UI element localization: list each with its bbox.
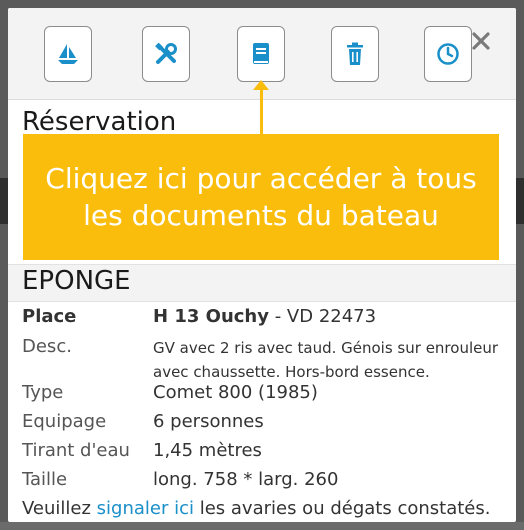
desc-label: Desc.: [22, 336, 72, 357]
type-row: Type Comet 800 (1985): [22, 382, 502, 403]
documents-button[interactable]: [237, 26, 285, 82]
place-label: Place: [22, 306, 77, 327]
clock-icon: [437, 43, 459, 65]
crew-value: 6 personnes: [153, 411, 264, 432]
desc-value: GV avec 2 ris avec taud. Génois sur enro…: [153, 339, 499, 381]
tooltip-pointer: [260, 88, 263, 136]
draft-row: Tirant d'eau 1,45 mètres: [22, 440, 502, 461]
help-tooltip: Cliquez ici pour accéder à tous les docu…: [23, 134, 499, 260]
report-link[interactable]: signaler ici: [97, 498, 194, 519]
crew-label: Equipage: [22, 411, 107, 432]
boat-name: EPONGE: [22, 266, 131, 296]
draft-value: 1,45 mètres: [153, 440, 262, 461]
crew-row: Equipage 6 personnes: [22, 411, 502, 432]
trash-icon: [347, 42, 363, 65]
background-strip-bottom: [0, 522, 524, 530]
report-row: Veuillez signaler ici les avaries ou dég…: [22, 498, 502, 519]
sailboat-icon: [58, 44, 78, 64]
report-suffix: les avaries ou dégats constatés.: [194, 498, 491, 519]
tools-icon: [155, 42, 177, 64]
report-prefix: Veuillez: [22, 498, 97, 519]
tools-button[interactable]: [142, 26, 190, 82]
size-label: Taille: [22, 469, 68, 490]
tooltip-text: Cliquez ici pour accéder à tous les docu…: [45, 162, 477, 232]
book-icon: [253, 43, 269, 64]
type-value: Comet 800 (1985): [153, 382, 318, 403]
boat-button[interactable]: [44, 26, 92, 82]
delete-button[interactable]: [331, 26, 379, 82]
desc-row: Desc. GV avec 2 ris avec taud. Génois su…: [22, 336, 502, 384]
size-row: Taille long. 758 * larg. 260: [22, 469, 502, 490]
size-value: long. 758 * larg. 260: [153, 469, 339, 490]
type-label: Type: [22, 382, 64, 403]
place-row: Place H 13 Ouchy - VD 22473: [22, 306, 502, 327]
background-strip-left: [0, 178, 8, 224]
close-icon[interactable]: [470, 30, 492, 52]
history-button[interactable]: [424, 26, 472, 82]
draft-label: Tirant d'eau: [22, 440, 130, 461]
place-value: H 13 Ouchy: [153, 306, 269, 327]
reservation-title: Réservation: [22, 107, 177, 137]
place-suffix: - VD 22473: [268, 306, 377, 327]
